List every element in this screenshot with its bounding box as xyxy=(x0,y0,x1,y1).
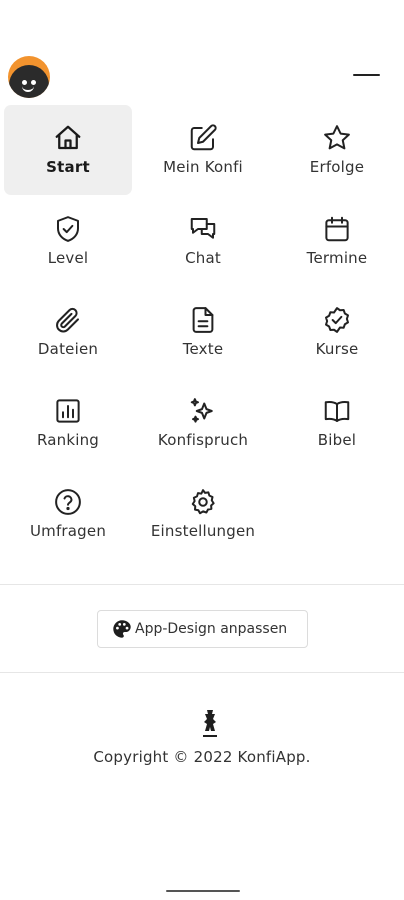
book-icon xyxy=(322,396,352,426)
star-icon xyxy=(322,123,352,153)
nav-item-chat[interactable]: Chat xyxy=(139,196,267,286)
nav-item-mein-konfi[interactable]: Mein Konfi xyxy=(139,105,267,195)
nav-item-label: Einstellungen xyxy=(150,522,256,540)
app-design-button-label: App-Design anpassen xyxy=(135,621,288,637)
chart-icon xyxy=(53,396,83,426)
menu-button[interactable] xyxy=(353,65,381,85)
nav-item-label: Texte xyxy=(182,340,224,358)
nav-item-bibel[interactable]: Bibel xyxy=(273,378,401,468)
nav-item-einstellungen[interactable]: Einstellungen xyxy=(139,469,267,559)
nav-item-label: Umfragen xyxy=(29,522,107,540)
paperclip-icon xyxy=(53,305,83,335)
gear-icon xyxy=(188,487,218,517)
nav-item-label: Mein Konfi xyxy=(163,158,243,176)
copyright-text: Copyright © 2022 KonfiApp. xyxy=(93,748,311,766)
avatar-face-icon xyxy=(9,65,49,98)
palette-icon xyxy=(113,620,131,638)
nav-item-label: Konfispruch xyxy=(157,431,249,449)
konfiapp-logo-icon xyxy=(203,710,217,737)
nav-item-dateien[interactable]: Dateien xyxy=(4,287,132,377)
divider xyxy=(0,672,404,673)
sparkles-icon xyxy=(188,396,218,426)
nav-item-level[interactable]: Level xyxy=(4,196,132,286)
chat-icon xyxy=(188,214,218,244)
edit-icon xyxy=(188,123,218,153)
nav-item-label: Chat xyxy=(185,249,221,267)
shield-check-icon xyxy=(53,214,83,244)
nav-item-termine[interactable]: Termine xyxy=(273,196,401,286)
menu-line-icon xyxy=(353,74,380,76)
badge-check-icon xyxy=(322,305,352,335)
nav-item-umfragen[interactable]: Umfragen xyxy=(4,469,132,559)
app-design-button[interactable]: App-Design anpassen xyxy=(97,610,308,648)
question-icon xyxy=(53,487,83,517)
nav-item-label: Erfolge xyxy=(309,158,365,176)
nav-item-label: Start xyxy=(46,158,90,176)
nav-item-label: Kurse xyxy=(315,340,359,358)
nav-item-label: Termine xyxy=(306,249,368,267)
nav-item-label: Level xyxy=(47,249,89,267)
nav-item-konfispruch[interactable]: Konfispruch xyxy=(139,378,267,468)
nav-item-label: Ranking xyxy=(36,431,100,449)
nav-item-label: Dateien xyxy=(37,340,99,358)
nav-item-texte[interactable]: Texte xyxy=(139,287,267,377)
nav-item-label: Bibel xyxy=(317,431,357,449)
document-icon xyxy=(188,305,218,335)
divider xyxy=(0,584,404,585)
home-icon xyxy=(53,123,83,153)
home-indicator[interactable] xyxy=(166,890,240,892)
calendar-icon xyxy=(322,214,352,244)
nav-item-kurse[interactable]: Kurse xyxy=(273,287,401,377)
nav-item-erfolge[interactable]: Erfolge xyxy=(273,105,401,195)
avatar[interactable] xyxy=(8,56,50,98)
top-bar xyxy=(0,55,404,98)
nav-item-start[interactable]: Start xyxy=(4,105,132,195)
nav-item-ranking[interactable]: Ranking xyxy=(4,378,132,468)
